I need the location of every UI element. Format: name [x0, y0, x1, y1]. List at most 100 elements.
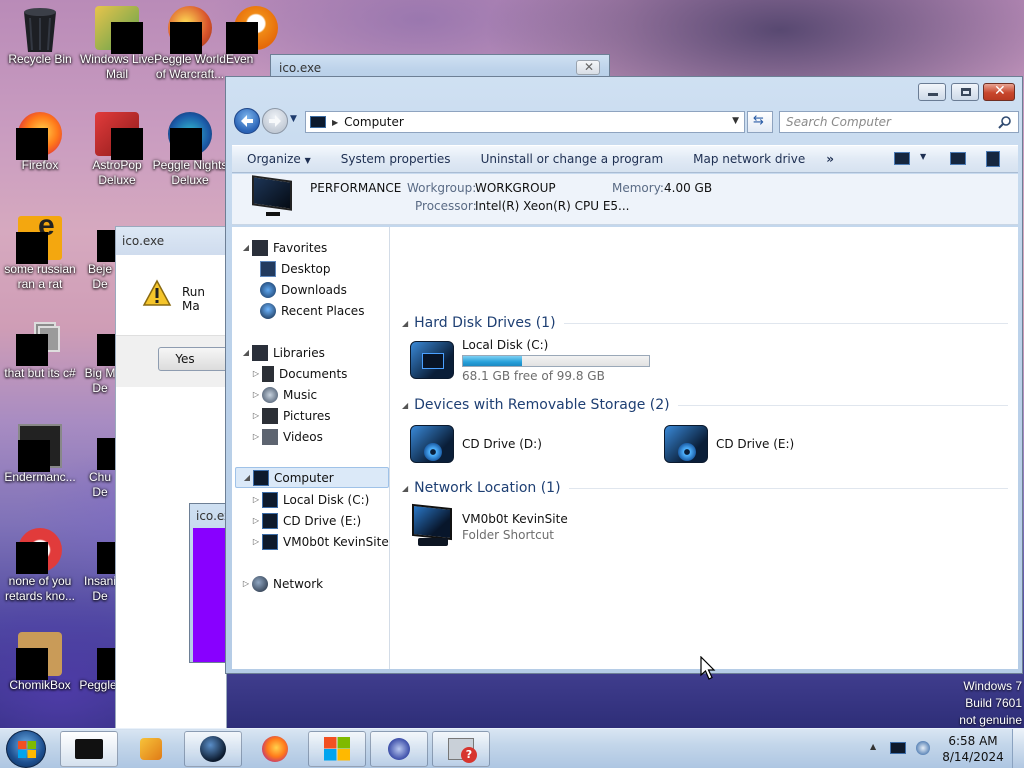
expand-arrow-icon[interactable]: ▷ — [250, 495, 262, 504]
desktop-icon-peggle-wow[interactable]: Peggle World of Warcraft... — [150, 6, 230, 82]
desktop-icon-that-but-its-csharp[interactable]: that but its c# — [0, 320, 80, 381]
videos-icon — [262, 428, 278, 445]
network-location-kevinsite[interactable]: VM0b0t KevinSite Folder Shortcut — [410, 503, 568, 550]
collapse-arrow-icon[interactable]: ◢ — [240, 348, 252, 357]
nav-music[interactable]: ▷ Music — [250, 384, 317, 405]
show-desktop-button[interactable] — [1012, 729, 1024, 768]
volume-tray-icon[interactable] — [916, 741, 930, 755]
search-icon[interactable] — [998, 115, 1012, 129]
expand-arrow-icon[interactable]: ▷ — [250, 411, 262, 420]
desktop-icon-peggle-nights[interactable]: Peggle Nights Deluxe — [150, 112, 230, 188]
more-commands-button[interactable]: » — [820, 152, 840, 166]
nav-libraries[interactable]: ◢ Libraries — [240, 342, 325, 363]
nav-favorites[interactable]: ◢ Favorites — [240, 237, 327, 258]
group-header-hdd[interactable]: ◢ Hard Disk Drives (1) — [402, 313, 1008, 333]
uninstall-program-button[interactable]: Uninstall or change a program — [466, 152, 679, 166]
desktop-icon-windows-live-mail[interactable]: Windows Live Mail — [77, 6, 157, 82]
nav-cd-drive-e[interactable]: ▷ CD Drive (E:) — [250, 510, 361, 531]
help-button[interactable] — [986, 151, 1000, 167]
change-view-button[interactable] — [894, 152, 910, 165]
collapse-arrow-icon[interactable]: ◢ — [240, 243, 252, 252]
system-properties-button[interactable]: System properties — [326, 152, 466, 166]
network-tray-icon[interactable] — [890, 742, 906, 754]
close-button[interactable]: ✕ — [983, 83, 1015, 101]
desktop-icon-chomikbox[interactable]: ChomikBox — [0, 632, 80, 693]
search-input[interactable]: Search Computer — [779, 111, 1019, 133]
search-placeholder: Search Computer — [786, 115, 891, 129]
nav-computer[interactable]: ◢ Computer — [235, 467, 389, 488]
expand-arrow-icon[interactable]: ▷ — [240, 579, 252, 588]
taskbar-explorer[interactable] — [60, 731, 118, 767]
minimize-button[interactable] — [918, 83, 946, 101]
desktop-icon-recycle-bin[interactable]: Recycle Bin — [0, 6, 80, 67]
recent-pages-dropdown[interactable]: ▼ — [290, 114, 297, 124]
clock-date: 8/14/2024 — [942, 750, 1004, 764]
group-header-removable[interactable]: ◢ Devices with Removable Storage (2) — [402, 395, 1008, 415]
back-button[interactable] — [234, 108, 260, 134]
explorer-window[interactable]: ✕ ▼ ▶ Computer ▼ ⇆ Search Computer Organ… — [225, 76, 1023, 674]
drive-local-disk[interactable]: Local Disk (C:) 68.1 GB free of 99.8 GB — [410, 337, 650, 383]
expand-arrow-icon[interactable]: ▷ — [250, 369, 262, 378]
collapse-arrow-icon[interactable]: ◢ — [241, 473, 253, 482]
desktop-icon-endermanc[interactable]: Endermanc... — [0, 424, 80, 485]
purple-window[interactable]: ico.ex — [189, 503, 231, 663]
expand-arrow-icon[interactable]: ▷ — [250, 432, 262, 441]
show-hidden-icons-button[interactable]: ▲ — [870, 742, 876, 751]
expand-arrow-icon[interactable]: ▷ — [250, 537, 262, 546]
desktop-icon-none-of-you[interactable]: none of you retards kno... — [0, 528, 80, 604]
collapse-arrow-icon[interactable]: ◢ — [402, 484, 408, 493]
nav-pictures[interactable]: ▷ Pictures — [250, 405, 331, 426]
expand-arrow-icon[interactable]: ▷ — [250, 516, 262, 525]
start-button[interactable] — [6, 730, 46, 768]
close-button[interactable]: ✕ — [576, 60, 600, 75]
nav-desktop[interactable]: Desktop — [260, 258, 331, 279]
desktop-icon-russian-rat[interactable]: e some russian ran a rat — [0, 211, 80, 292]
collapse-arrow-icon[interactable]: ◢ — [402, 319, 408, 328]
yes-button[interactable]: Yes — [158, 347, 228, 371]
taskbar-ico-exe[interactable]: ? — [432, 731, 490, 767]
nav-downloads[interactable]: Downloads — [260, 279, 347, 300]
system-clock[interactable]: 6:58 AM 8/14/2024 — [940, 733, 1006, 765]
drive-cd-d[interactable]: CD Drive (D:) — [410, 421, 542, 467]
collapse-arrow-icon[interactable]: ◢ — [402, 401, 408, 410]
drive-usage-fill — [463, 355, 523, 366]
desktop-icon-big-m[interactable]: Big M De — [80, 320, 129, 396]
breadcrumb-computer[interactable]: Computer — [344, 115, 404, 129]
forward-button[interactable] — [262, 108, 288, 134]
nav-kevinsite[interactable]: ▷ VM0b0t KevinSite — [250, 531, 389, 552]
navigation-bar: ▼ ▶ Computer ▼ ⇆ Search Computer — [232, 107, 1019, 137]
nav-documents[interactable]: ▷ Documents — [250, 363, 347, 384]
nav-recent-places[interactable]: Recent Places — [260, 300, 364, 321]
desktop-icon-chu[interactable]: Chu De — [80, 424, 129, 500]
game-icon — [85, 528, 129, 574]
nav-label: Music — [283, 387, 318, 402]
memory-value: 4.00 GB — [664, 181, 713, 195]
maximize-button[interactable] — [951, 83, 979, 101]
nav-videos[interactable]: ▷ Videos — [250, 426, 323, 447]
organize-menu[interactable]: Organize ▼ — [232, 152, 326, 166]
desktop-icon-peggle[interactable]: Peggle — [76, 632, 129, 693]
address-dropdown-icon[interactable]: ▼ — [732, 116, 739, 126]
expand-arrow-icon[interactable]: ▷ — [250, 390, 262, 399]
address-bar[interactable]: ▶ Computer ▼ — [305, 111, 745, 133]
drive-cd-e[interactable]: CD Drive (E:) — [664, 421, 794, 467]
preview-pane-button[interactable] — [950, 152, 966, 165]
breadcrumb-separator-icon[interactable]: ▶ — [332, 118, 338, 127]
taskbar-firefox[interactable] — [246, 731, 304, 767]
desktop-icon-astropop[interactable]: AstroPop Deluxe — [77, 112, 157, 188]
taskbar-media-player[interactable] — [122, 731, 180, 767]
taskbar-globe-app[interactable] — [184, 731, 242, 767]
desktop-icon-beje[interactable]: Beje De — [80, 216, 129, 292]
cd-drive-icon — [664, 421, 710, 467]
desktop-icon-insani[interactable]: Insani De — [80, 528, 129, 604]
taskbar-control-panel[interactable] — [308, 731, 366, 767]
nav-network[interactable]: ▷ Network — [240, 573, 323, 594]
nav-local-disk[interactable]: ▷ Local Disk (C:) — [250, 489, 369, 510]
group-header-network[interactable]: ◢ Network Location (1) — [402, 478, 1008, 498]
star-icon — [252, 239, 268, 256]
desktop-icon-firefox[interactable]: Firefox — [0, 112, 80, 173]
refresh-button[interactable]: ⇆ — [747, 111, 773, 133]
view-options-dropdown[interactable]: ▼ — [920, 152, 926, 161]
map-network-drive-button[interactable]: Map network drive — [678, 152, 820, 166]
taskbar-network-app[interactable] — [370, 731, 428, 767]
